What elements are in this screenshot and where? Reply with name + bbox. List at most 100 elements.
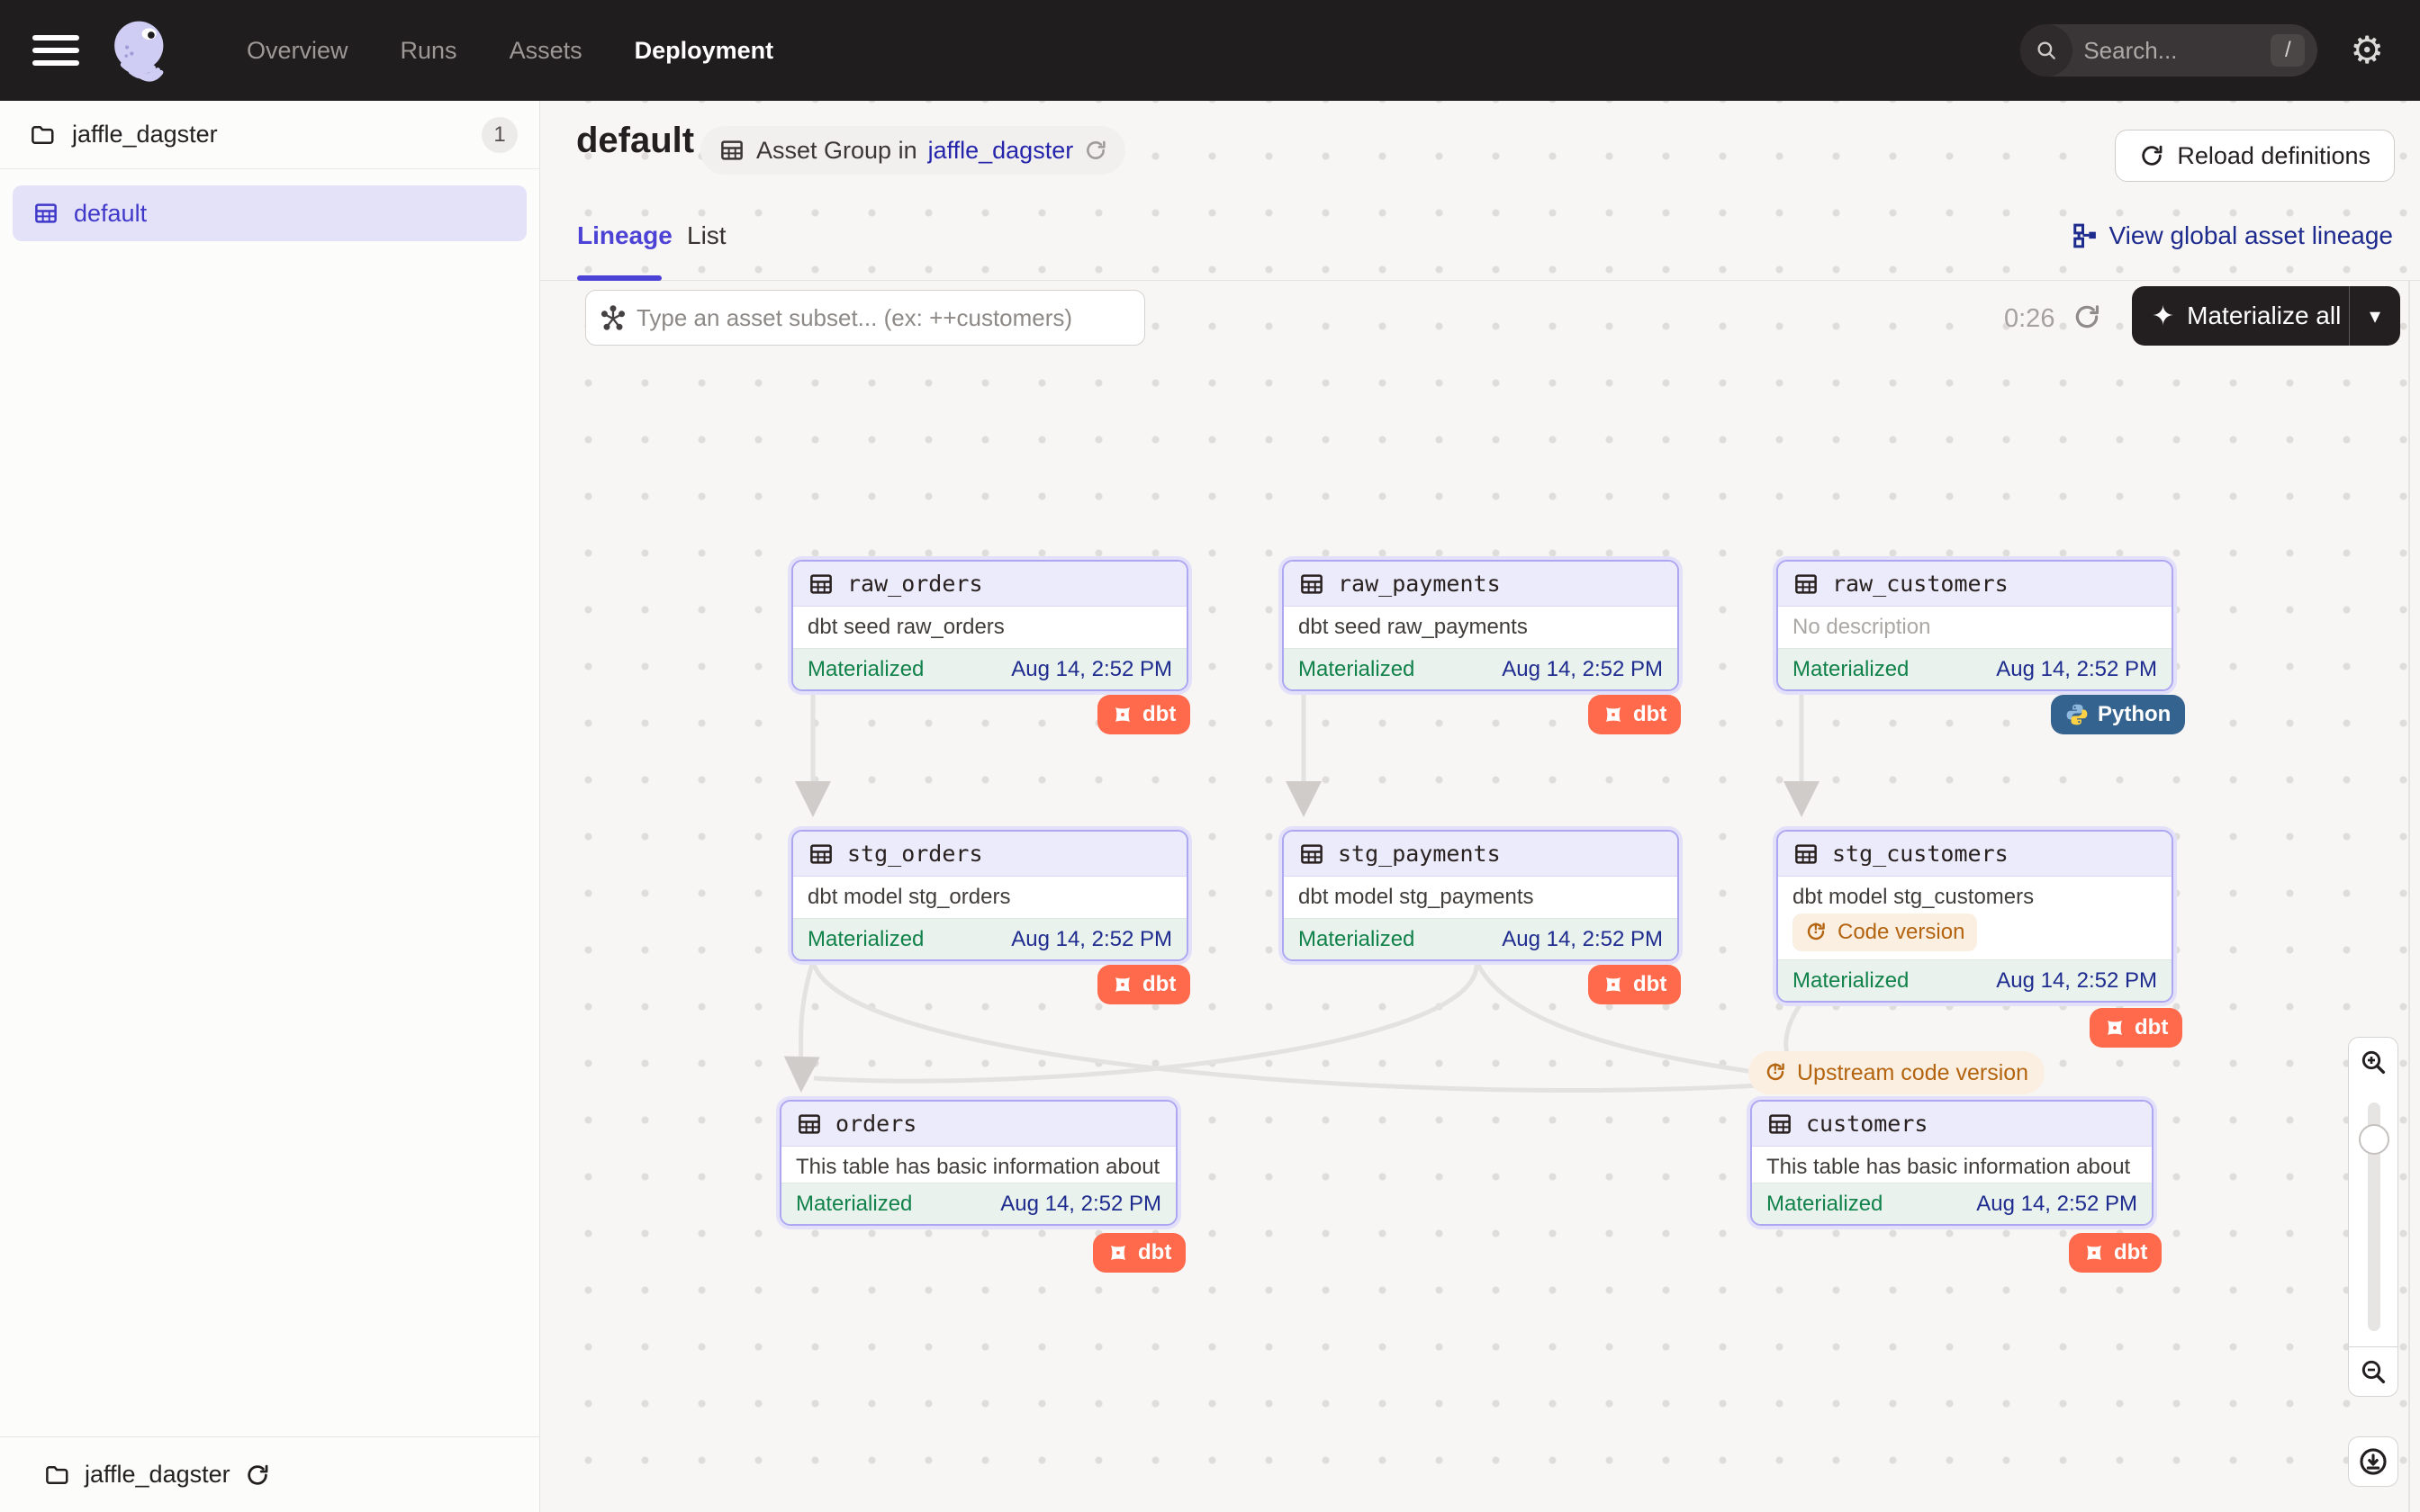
global-search[interactable]: / xyxy=(2020,24,2317,76)
python-logo-icon xyxy=(2065,703,2089,726)
dbt-kind-badge[interactable]: dbt xyxy=(1588,965,1681,1004)
dbt-kind-badge[interactable]: dbt xyxy=(1097,965,1190,1004)
materialize-all-button[interactable]: ✦ Materialize all ▾ xyxy=(2132,286,2400,346)
materialize-all-label: Materialize all xyxy=(2187,302,2341,330)
materialize-options-caret[interactable]: ▾ xyxy=(2350,303,2400,328)
menu-icon[interactable] xyxy=(32,35,79,66)
materialized-time: Aug 14, 2:52 PM xyxy=(1996,968,2157,994)
asset-subset-filter[interactable] xyxy=(585,290,1145,346)
upstream-code-version-label: Upstream code version xyxy=(1797,1060,2028,1086)
reload-definitions-label: Reload definitions xyxy=(2177,142,2370,170)
reload-definitions-button[interactable]: Reload definitions xyxy=(2115,130,2395,182)
view-global-asset-lineage-link[interactable]: View global asset lineage xyxy=(2072,221,2393,250)
folder-icon xyxy=(29,122,56,148)
kind-label: dbt xyxy=(2135,1015,2168,1040)
dbt-kind-badge[interactable]: dbt xyxy=(2090,1008,2182,1048)
zoom-slider-thumb[interactable] xyxy=(2359,1124,2389,1155)
asset-group-icon xyxy=(718,137,745,164)
asset-node-raw-customers[interactable]: raw_customers No description Materialize… xyxy=(1776,560,2173,691)
asset-description: This table has basic information about .… xyxy=(796,1155,1161,1180)
materialized-time: Aug 14, 2:52 PM xyxy=(1996,657,2157,682)
asset-node-orders[interactable]: orders This table has basic information … xyxy=(780,1100,1178,1226)
asset-name: stg_payments xyxy=(1338,841,1501,867)
nav-deployment[interactable]: Deployment xyxy=(635,37,774,65)
asset-name: raw_payments xyxy=(1338,571,1501,597)
dbt-kind-badge[interactable]: dbt xyxy=(1097,695,1190,734)
table-icon xyxy=(1298,841,1325,868)
graph-refresh-icon[interactable] xyxy=(2072,302,2101,336)
asset-graph-filter-icon xyxy=(600,304,626,331)
materialized-time: Aug 14, 2:52 PM xyxy=(1976,1192,2137,1217)
upstream-code-version-chip: ! Upstream code version xyxy=(1748,1051,2045,1094)
materialized-time: Aug 14, 2:52 PM xyxy=(1502,927,1663,952)
python-kind-badge[interactable]: Python xyxy=(2051,695,2185,734)
asset-subset-input[interactable] xyxy=(637,304,1130,332)
download-graph-button[interactable] xyxy=(2348,1436,2398,1487)
zoom-slider[interactable] xyxy=(2348,1086,2398,1347)
dbt-logo-icon xyxy=(1112,974,1133,995)
table-icon xyxy=(1298,571,1325,598)
asset-group-breadcrumb: Asset Group in jaffle_dagster xyxy=(700,126,1125,175)
asset-node-stg-orders[interactable]: stg_orders dbt model stg_orders Material… xyxy=(791,830,1188,961)
view-global-label: View global asset lineage xyxy=(2109,221,2393,250)
asset-name: orders xyxy=(835,1111,917,1137)
dagster-logo-icon[interactable] xyxy=(103,13,178,88)
materialized-status: Materialized xyxy=(1766,1192,1883,1217)
nav-assets[interactable]: Assets xyxy=(510,37,582,65)
materialized-status: Materialized xyxy=(1792,968,1909,994)
page-title: default xyxy=(576,121,694,161)
sidebar-item-default[interactable]: default xyxy=(13,185,527,241)
dbt-kind-badge[interactable]: dbt xyxy=(2069,1233,2162,1273)
folder-icon xyxy=(43,1462,70,1489)
download-icon xyxy=(2358,1446,2388,1477)
asset-description: dbt model stg_payments xyxy=(1298,885,1663,910)
asset-groups-sidebar: jaffle_dagster 1 default jaffle_dagster xyxy=(0,101,540,1512)
sidebar-item-label: default xyxy=(74,200,147,228)
kind-label: Python xyxy=(2098,702,2171,727)
materialized-status: Materialized xyxy=(796,1192,912,1217)
asset-node-raw-orders[interactable]: raw_orders dbt seed raw_orders Materiali… xyxy=(791,560,1188,691)
code-version-label: Code version xyxy=(1838,920,1964,945)
materialized-status: Materialized xyxy=(808,927,924,952)
code-version-icon: ! xyxy=(1765,1061,1788,1084)
breadcrumb-repo-link[interactable]: jaffle_dagster xyxy=(928,137,1074,165)
sidebar-group-jaffle-dagster[interactable]: jaffle_dagster 1 xyxy=(0,101,539,169)
nav-overview[interactable]: Overview xyxy=(247,37,348,65)
kind-label: dbt xyxy=(1142,972,1176,997)
sidebar-group-label: jaffle_dagster xyxy=(72,121,218,148)
code-version-icon: ! xyxy=(1805,921,1829,944)
refresh-icon[interactable] xyxy=(1084,139,1107,162)
asset-node-customers[interactable]: customers This table has basic informati… xyxy=(1750,1100,2154,1226)
table-icon xyxy=(808,571,835,598)
zoom-in-button[interactable] xyxy=(2348,1037,2398,1087)
kind-label: dbt xyxy=(1633,702,1666,727)
dbt-kind-badge[interactable]: dbt xyxy=(1588,695,1681,734)
tab-lineage[interactable]: Lineage xyxy=(577,221,673,250)
asset-node-stg-customers[interactable]: stg_customers dbt model stg_customers ! … xyxy=(1776,830,2173,1003)
asset-description: No description xyxy=(1792,615,2157,640)
nav-runs[interactable]: Runs xyxy=(401,37,457,65)
asset-description: dbt seed raw_payments xyxy=(1298,615,1663,640)
refresh-countdown: 0:26 xyxy=(2004,304,2054,334)
table-icon xyxy=(796,1111,823,1138)
footer-location-label: jaffle_dagster xyxy=(85,1461,230,1489)
search-shortcut-key: / xyxy=(2271,34,2305,67)
zoom-out-button[interactable] xyxy=(2348,1346,2398,1397)
asset-lineage-panel: default Asset Group in jaffle_dagster Re… xyxy=(540,101,2420,1512)
search-input[interactable] xyxy=(2083,37,2245,65)
settings-gear-icon[interactable]: ⚙ xyxy=(2350,32,2384,69)
asset-node-raw-payments[interactable]: raw_payments dbt seed raw_payments Mater… xyxy=(1282,560,1679,691)
sparkle-icon: ✦ xyxy=(2152,301,2174,332)
asset-name: customers xyxy=(1806,1111,1928,1137)
materialized-time: Aug 14, 2:52 PM xyxy=(1000,1192,1161,1217)
dbt-kind-badge[interactable]: dbt xyxy=(1093,1233,1186,1273)
reload-location-icon[interactable] xyxy=(245,1462,270,1488)
code-version-chip: ! Code version xyxy=(1792,914,1977,951)
dbt-logo-icon xyxy=(1603,974,1624,995)
materialized-status: Materialized xyxy=(1792,657,1909,682)
dbt-logo-icon xyxy=(1112,704,1133,725)
asset-node-stg-payments[interactable]: stg_payments dbt model stg_payments Mate… xyxy=(1282,830,1679,961)
tab-list[interactable]: List xyxy=(687,221,727,250)
asset-name: raw_orders xyxy=(847,571,983,597)
panel-edge-divider xyxy=(2408,281,2410,1512)
